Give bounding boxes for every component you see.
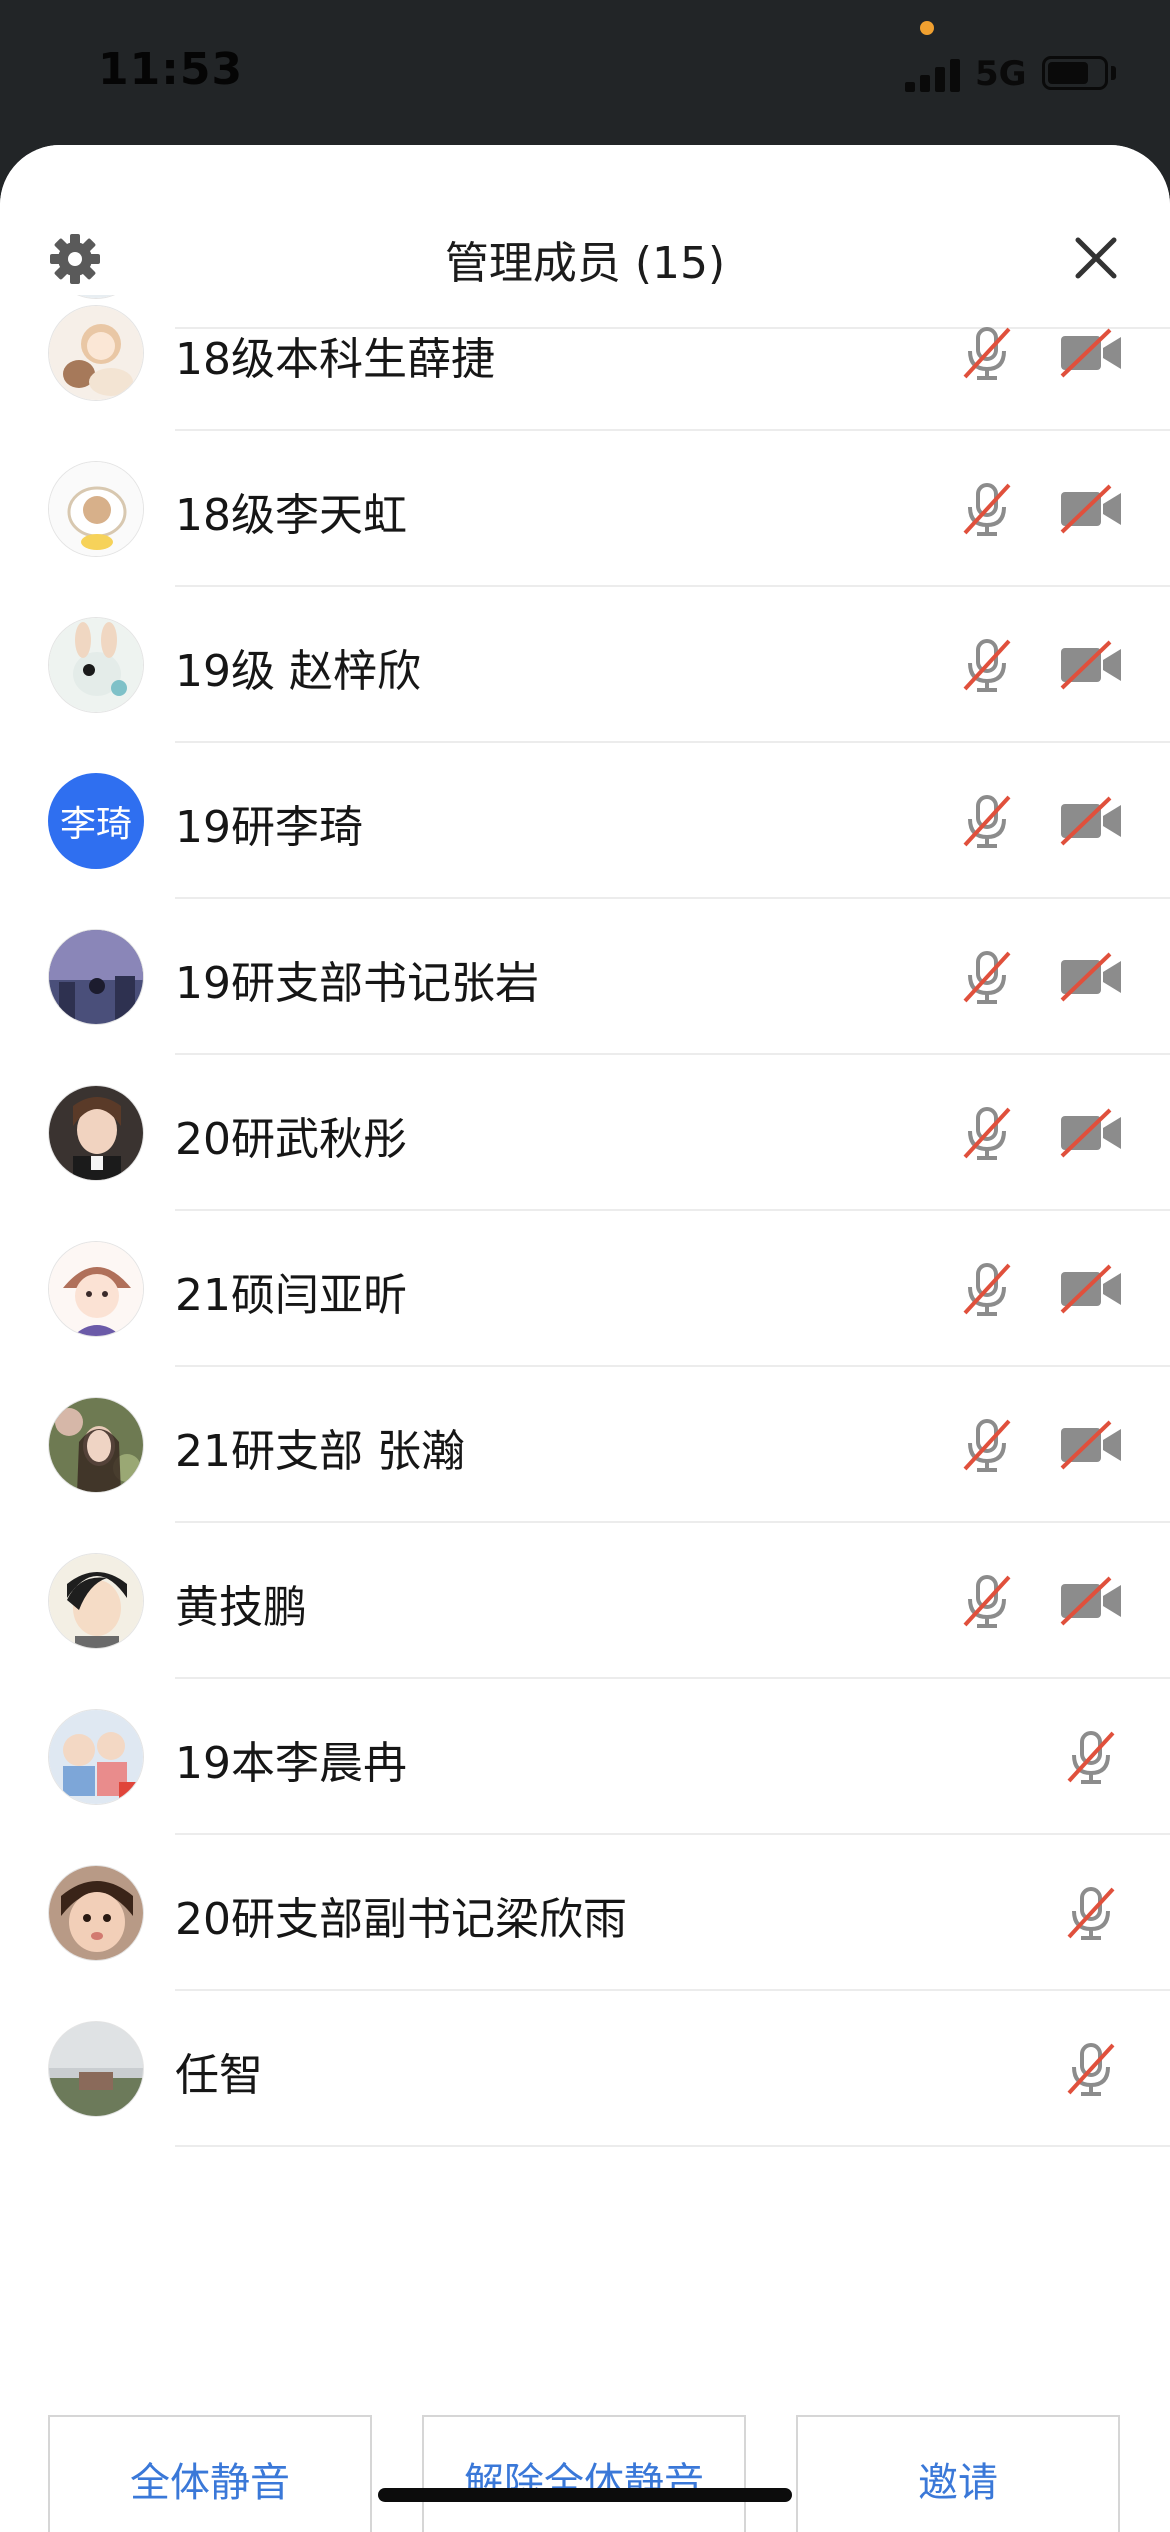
member-row[interactable]: 李琦 19研李琦 <box>0 743 1170 899</box>
mic-muted-icon[interactable] <box>1061 1883 1121 1943</box>
page-title: 管理成员 (15) <box>444 238 726 289</box>
member-row[interactable]: 20研支部副书记梁欣雨 <box>0 1835 1170 1991</box>
member-row[interactable]: 19本李晨冉 <box>0 1679 1170 1835</box>
mic-muted-icon[interactable] <box>1061 1727 1121 1787</box>
camera-off-icon[interactable] <box>1058 1106 1124 1160</box>
camera-indicator-dot <box>920 21 934 35</box>
camera-off-icon[interactable] <box>1058 326 1124 380</box>
mute-all-button[interactable]: 全体静音 <box>48 2415 372 2532</box>
mic-muted-icon[interactable] <box>957 1571 1017 1631</box>
member-name: 20研支部副书记梁欣雨 <box>175 1894 627 1945</box>
footer-actions: 全体静音 解除全体静音 邀请 <box>0 2390 1170 2532</box>
member-name: 黄技鹏 <box>175 1582 307 1633</box>
member-name: 19研李琦 <box>175 802 363 853</box>
mic-muted-icon[interactable] <box>957 323 1017 383</box>
member-row[interactable]: 19研支部书记张岩 <box>0 899 1170 1055</box>
member-avatar <box>48 1865 144 1961</box>
member-row[interactable]: 黄技鹏 <box>0 1523 1170 1679</box>
member-name: 19级 赵梓欣 <box>175 646 421 697</box>
member-name: 18级本科生薛捷 <box>175 334 495 385</box>
close-icon[interactable] <box>1070 232 1122 284</box>
battery-icon <box>1042 56 1108 90</box>
network-label: 5G <box>975 54 1027 94</box>
member-avatar <box>48 1085 144 1181</box>
unmute-all-button[interactable]: 解除全体静音 <box>422 2415 746 2532</box>
mic-muted-icon[interactable] <box>957 947 1017 1007</box>
status-time: 11:53 <box>98 44 244 95</box>
camera-off-icon[interactable] <box>1058 1262 1124 1316</box>
member-avatar <box>48 1709 144 1805</box>
member-row[interactable]: 19级 赵梓欣 <box>0 587 1170 743</box>
mic-muted-icon[interactable] <box>957 479 1017 539</box>
signal-icon <box>905 56 961 92</box>
member-name: 任智 <box>175 2050 263 2101</box>
member-name: 21硕闫亚昕 <box>175 1270 407 1321</box>
member-row[interactable]: 任智 <box>0 1991 1170 2147</box>
member-avatar <box>48 1241 144 1337</box>
member-avatar <box>48 1553 144 1649</box>
mic-muted-icon[interactable] <box>957 1103 1017 1163</box>
home-indicator[interactable] <box>378 2488 792 2502</box>
invite-button[interactable]: 邀请 <box>796 2415 1120 2532</box>
member-row[interactable]: 21硕闫亚昕 <box>0 1211 1170 1367</box>
member-name: 19研支部书记张岩 <box>175 958 539 1009</box>
mic-muted-icon[interactable] <box>1061 2039 1121 2099</box>
member-avatar <box>48 305 144 401</box>
camera-off-icon[interactable] <box>1058 794 1124 848</box>
member-row[interactable]: 18级李天虹 <box>0 431 1170 587</box>
member-avatar <box>48 2021 144 2117</box>
member-avatar <box>48 1397 144 1493</box>
camera-off-icon[interactable] <box>1058 1418 1124 1472</box>
member-name: 20研武秋彤 <box>175 1114 407 1165</box>
sheet-header: 管理成员 (15) <box>0 145 1170 295</box>
member-avatar <box>48 929 144 1025</box>
status-bar: 11:53 5G <box>0 0 1170 145</box>
member-name: 19本李晨冉 <box>175 1738 407 1789</box>
mic-muted-icon[interactable] <box>957 791 1017 851</box>
mic-muted-icon[interactable] <box>957 1259 1017 1319</box>
member-name: 18级李天虹 <box>175 490 407 541</box>
camera-off-icon[interactable] <box>1058 950 1124 1004</box>
member-avatar: 李琦 <box>48 773 144 869</box>
camera-off-icon[interactable] <box>1058 482 1124 536</box>
camera-off-icon[interactable] <box>1058 638 1124 692</box>
mic-muted-icon[interactable] <box>957 635 1017 695</box>
member-name: 21研支部 张瀚 <box>175 1426 465 1477</box>
mic-muted-icon[interactable] <box>957 1415 1017 1475</box>
camera-off-icon[interactable] <box>1058 1574 1124 1628</box>
member-row[interactable]: 21研支部 张瀚 <box>0 1367 1170 1523</box>
manage-members-sheet: 18级本科生薛捷 18级李天虹 19级 赵梓欣 李琦 19研李琦 19研支部书记… <box>0 145 1170 2532</box>
member-avatar <box>48 461 144 557</box>
member-row[interactable]: 20研武秋彤 <box>0 1055 1170 1211</box>
member-row[interactable]: 18级本科生薛捷 <box>0 275 1170 431</box>
member-avatar <box>48 617 144 713</box>
